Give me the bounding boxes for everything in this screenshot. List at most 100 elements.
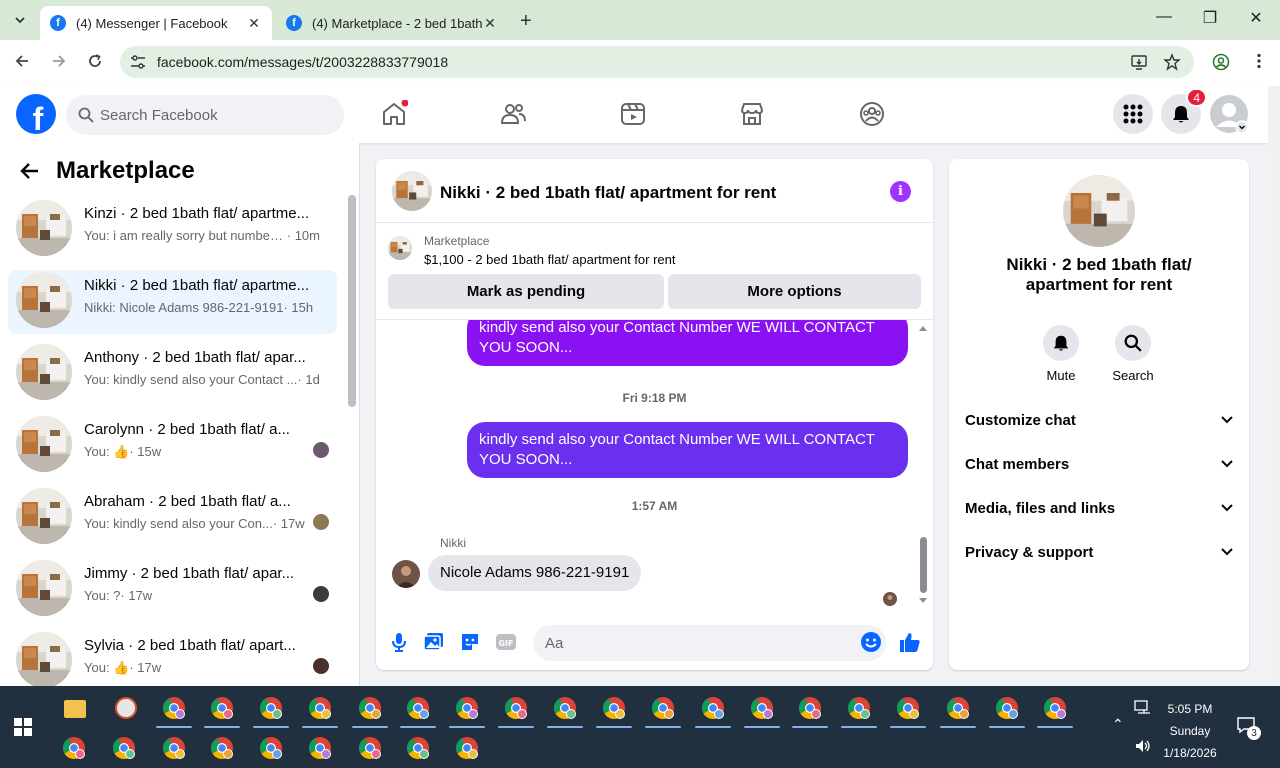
info-icon[interactable]: i bbox=[890, 181, 911, 202]
chrome-profile-icon[interactable] bbox=[406, 696, 430, 720]
page-scrollbar[interactable] bbox=[1268, 86, 1280, 686]
message-input[interactable] bbox=[533, 625, 886, 661]
outgoing-message[interactable]: kindly send also your Contact Number WE … bbox=[467, 320, 908, 366]
chrome-profile-icon[interactable] bbox=[112, 736, 136, 760]
photo-icon[interactable] bbox=[422, 630, 446, 654]
marketplace-icon[interactable] bbox=[738, 100, 766, 128]
chrome-profile-icon[interactable] bbox=[358, 736, 382, 760]
tab-messenger[interactable]: f (4) Messenger | Facebook ✕ bbox=[40, 6, 272, 40]
facebook-search[interactable] bbox=[66, 95, 344, 135]
chrome-profile-icon[interactable] bbox=[553, 696, 577, 720]
chrome-profile-icon[interactable] bbox=[995, 696, 1019, 720]
profile-icon[interactable] bbox=[1212, 53, 1230, 71]
chrome-profile-icon[interactable] bbox=[358, 696, 382, 720]
close-window-button[interactable]: ✕ bbox=[1244, 8, 1268, 28]
chrome-profile-icon[interactable] bbox=[62, 736, 86, 760]
groups-icon[interactable] bbox=[858, 100, 886, 128]
new-tab-button[interactable]: + bbox=[520, 10, 532, 33]
chrome-profile-icon[interactable] bbox=[701, 696, 725, 720]
network-icon[interactable] bbox=[1134, 700, 1152, 716]
chat-item-carolynn[interactable]: Carolynn · 2 bed 1bath flat/ a... You: 👍… bbox=[8, 414, 337, 478]
chrome-profile-icon[interactable] bbox=[162, 736, 186, 760]
friends-icon[interactable] bbox=[499, 100, 527, 128]
chat-item-sylvia[interactable]: Sylvia · 2 bed 1bath flat/ apart... You:… bbox=[8, 630, 337, 686]
video-icon[interactable] bbox=[619, 100, 647, 128]
reload-button[interactable] bbox=[84, 52, 106, 74]
sticker-icon[interactable] bbox=[458, 630, 482, 654]
chrome-profile-icon[interactable] bbox=[455, 696, 479, 720]
system-clock[interactable]: 5:05 PM Sunday 1/18/2026 bbox=[1160, 698, 1220, 764]
chrome-profile-icon[interactable] bbox=[504, 696, 528, 720]
chrome-profile-icon[interactable] bbox=[651, 696, 675, 720]
notifications-button[interactable]: 4 bbox=[1161, 88, 1207, 134]
facebook-logo-icon[interactable]: f bbox=[16, 94, 56, 134]
scroll-down-icon[interactable] bbox=[918, 597, 928, 605]
listing-thumbnail[interactable] bbox=[392, 171, 432, 211]
chrome-profile-icon[interactable] bbox=[847, 696, 871, 720]
tab-close-icon[interactable]: ✕ bbox=[246, 15, 262, 32]
url-text[interactable]: facebook.com/messages/t/2003228833779018 bbox=[157, 54, 448, 70]
home-icon[interactable] bbox=[380, 100, 408, 128]
chrome-profile-icon[interactable] bbox=[896, 696, 920, 720]
emoji-icon[interactable] bbox=[859, 630, 883, 654]
chrome-profile-icon[interactable] bbox=[750, 696, 774, 720]
conversation-title[interactable]: Nikki · 2 bed 1bath flat/ apartment for … bbox=[440, 183, 776, 203]
chat-item-anthony[interactable]: Anthony · 2 bed 1bath flat/ apar... You:… bbox=[8, 342, 337, 406]
gif-icon[interactable]: GIF bbox=[494, 630, 518, 654]
thumbs-up-icon[interactable] bbox=[898, 630, 922, 654]
chrome-profile-icon[interactable] bbox=[406, 736, 430, 760]
chat-item-kinzi[interactable]: Kinzi · 2 bed 1bath flat/ apartme... You… bbox=[8, 198, 337, 262]
chrome-profile-icon[interactable] bbox=[259, 736, 283, 760]
chat-item-abraham[interactable]: Abraham · 2 bed 1bath flat/ a... You: ki… bbox=[8, 486, 337, 550]
chrome-profile-icon[interactable] bbox=[946, 696, 970, 720]
chrome-profile-icon[interactable] bbox=[210, 736, 234, 760]
chrome-profile-icon[interactable] bbox=[259, 696, 283, 720]
facebook-search-input[interactable] bbox=[100, 95, 330, 135]
mute-button[interactable]: Mute bbox=[1031, 325, 1091, 383]
incoming-message[interactable]: Nicole Adams 986-221-9191 bbox=[428, 555, 642, 591]
search-conversation-button[interactable]: Search bbox=[1103, 325, 1163, 383]
customize-chat-row[interactable]: Customize chat bbox=[965, 408, 1233, 432]
browser-menu-button[interactable] bbox=[1248, 52, 1270, 74]
minimize-button[interactable]: — bbox=[1152, 8, 1176, 26]
microphone-icon[interactable] bbox=[387, 630, 411, 654]
restore-button[interactable]: ❐ bbox=[1198, 8, 1222, 28]
windows-start-icon[interactable] bbox=[14, 718, 32, 736]
chrome-profile-icon[interactable] bbox=[798, 696, 822, 720]
arrow-left-icon[interactable] bbox=[20, 161, 40, 181]
chrome-profile-icon[interactable] bbox=[1043, 696, 1067, 720]
chrome-profile-icon[interactable] bbox=[308, 736, 332, 760]
scroll-up-icon[interactable] bbox=[918, 324, 928, 332]
tab-close-icon[interactable]: ✕ bbox=[482, 15, 498, 32]
omnibox[interactable]: facebook.com/messages/t/2003228833779018 bbox=[120, 46, 1194, 78]
install-app-icon[interactable] bbox=[1130, 53, 1148, 71]
back-button[interactable] bbox=[11, 52, 33, 74]
account-button[interactable] bbox=[1209, 94, 1249, 134]
paint-app-icon[interactable] bbox=[115, 697, 137, 719]
tab-marketplace[interactable]: f (4) Marketplace - 2 bed 1bath f ✕ bbox=[276, 6, 508, 40]
chevron-up-icon[interactable]: ⌃ bbox=[1112, 716, 1124, 733]
message-scrollbar[interactable] bbox=[920, 537, 927, 593]
volume-icon[interactable] bbox=[1134, 738, 1152, 754]
chrome-profile-icon[interactable] bbox=[308, 696, 332, 720]
chrome-profile-icon[interactable] bbox=[162, 696, 186, 720]
chat-list-scrollbar[interactable] bbox=[348, 195, 356, 407]
forward-button[interactable] bbox=[48, 52, 70, 74]
privacy-support-row[interactable]: Privacy & support bbox=[965, 540, 1233, 564]
outgoing-message[interactable]: kindly send also your Contact Number WE … bbox=[467, 422, 908, 478]
avatar[interactable] bbox=[392, 560, 420, 588]
chat-item-jimmy[interactable]: Jimmy · 2 bed 1bath flat/ apar... You: ?… bbox=[8, 558, 337, 622]
listing-price[interactable]: $1,100 - 2 bed 1bath flat/ apartment for… bbox=[424, 252, 676, 267]
file-explorer-icon[interactable] bbox=[64, 700, 86, 718]
site-settings-icon[interactable] bbox=[130, 54, 146, 70]
tab-search-button[interactable] bbox=[8, 8, 32, 32]
media-files-links-row[interactable]: Media, files and links bbox=[965, 496, 1233, 520]
chrome-profile-icon[interactable] bbox=[210, 696, 234, 720]
chat-item-nikki[interactable]: Nikki · 2 bed 1bath flat/ apartme... Nik… bbox=[8, 270, 337, 334]
bookmark-star-icon[interactable] bbox=[1163, 53, 1181, 71]
action-center-button[interactable]: 3 bbox=[1236, 716, 1262, 740]
mark-pending-button[interactable]: Mark as pending bbox=[388, 274, 664, 309]
chrome-profile-icon[interactable] bbox=[455, 736, 479, 760]
menu-button[interactable] bbox=[1113, 94, 1153, 134]
more-options-button[interactable]: More options bbox=[668, 274, 921, 309]
